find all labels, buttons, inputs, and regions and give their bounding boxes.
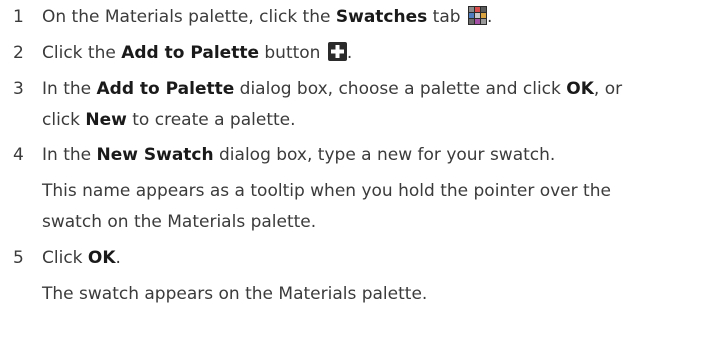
step-text: Click OK.: [42, 248, 121, 268]
step-text: In the New Swatch dialog box, type a new…: [42, 145, 556, 165]
ui-term-swatches: Swatches: [335, 7, 428, 27]
step-5-note: The swatch appears on the Materials pale…: [42, 284, 428, 304]
step-text: In the Add to Palette dialog box, choose…: [42, 74, 716, 136]
ui-term-ok: OK: [87, 248, 116, 268]
step-number: 5: [13, 248, 24, 268]
add-to-palette-icon: [327, 42, 347, 61]
step-text-line: click New to create a palette.: [42, 110, 296, 130]
swatches-tab-icon: [467, 6, 487, 25]
step-number: 2: [13, 43, 24, 63]
ui-term-new-swatch: New Swatch: [96, 145, 214, 165]
step-4-note: This name appears as a tooltip when you …: [42, 176, 611, 238]
step-number: 3: [13, 79, 24, 99]
step-text: Click the Add to Palette button .: [42, 42, 353, 63]
note-line: swatch on the Materials palette.: [42, 212, 317, 232]
instruction-steps: 1 On the Materials palette, click the Sw…: [0, 0, 716, 339]
ui-term-ok: OK: [566, 79, 594, 99]
step-number: 4: [13, 145, 24, 165]
ui-term-new: New: [85, 110, 127, 130]
ui-term-add-to-palette: Add to Palette: [121, 43, 259, 63]
step-text: On the Materials palette, click the Swat…: [42, 6, 493, 27]
step-number: 1: [13, 7, 24, 27]
step-text-line: In the Add to Palette dialog box, choose…: [42, 79, 623, 99]
ui-term-add-to-palette: Add to Palette: [96, 79, 235, 99]
note-line: This name appears as a tooltip when you …: [42, 181, 611, 201]
